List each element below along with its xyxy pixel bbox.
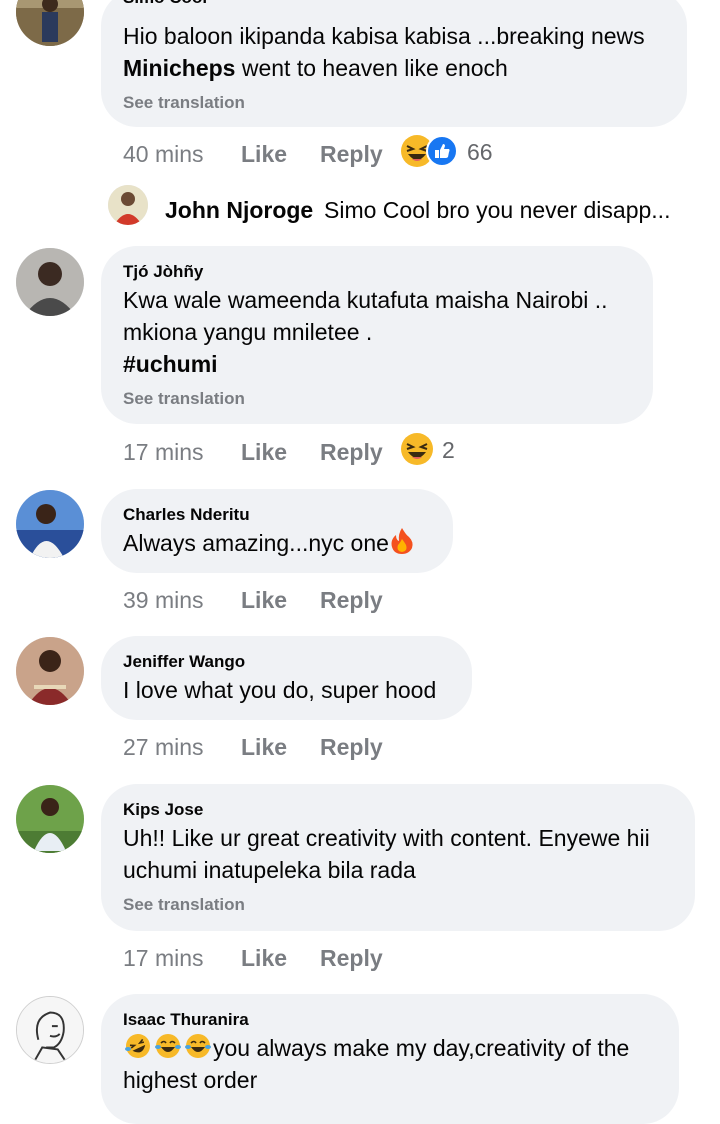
comment-bubble: Charles Nderitu Always amazing...nyc one: [101, 489, 453, 573]
reply-button[interactable]: Reply: [320, 945, 383, 972]
mention-link[interactable]: Minicheps: [123, 55, 235, 81]
comment-author[interactable]: Kips Jose: [123, 800, 203, 820]
comment-time: 17 mins: [123, 945, 204, 971]
reply-preview-text[interactable]: Simo Cool bro you never disapp...: [324, 197, 670, 224]
comment-time: 40 mins: [123, 141, 204, 167]
avatar[interactable]: [16, 996, 84, 1064]
joy-emoji-icon: [155, 1034, 181, 1058]
comment-text: Uh!! Like ur great creativity with conte…: [123, 825, 650, 851]
comment-time: 17 mins: [123, 439, 204, 465]
avatar[interactable]: [16, 490, 84, 558]
reaction-summary[interactable]: [400, 134, 464, 168]
comment-author[interactable]: Simo Cool: [123, 0, 207, 8]
comment-text: Always amazing...nyc one: [123, 527, 415, 559]
comment-text: Hio baloon ikipanda kabisa kabisa ...bre…: [123, 23, 645, 49]
comment-text: Kwa wale wameenda kutafuta maisha Nairob…: [123, 287, 608, 313]
avatar[interactable]: [16, 248, 84, 316]
reply-button[interactable]: Reply: [320, 587, 383, 614]
reply-author[interactable]: John Njoroge: [165, 197, 313, 224]
like-button[interactable]: Like: [241, 945, 287, 972]
fire-emoji-icon: [391, 528, 413, 554]
comment-text: Minicheps went to heaven like enoch: [123, 55, 508, 81]
see-translation-link[interactable]: See translation: [123, 389, 245, 409]
comment-author[interactable]: Isaac Thuranira: [123, 1010, 249, 1030]
hashtag-link[interactable]: #uchumi: [123, 348, 218, 380]
like-button[interactable]: Like: [241, 439, 287, 466]
like-button[interactable]: Like: [241, 587, 287, 614]
comment-time: 39 mins: [123, 587, 204, 613]
like-reaction-icon: [426, 135, 458, 167]
like-button[interactable]: Like: [241, 141, 287, 168]
avatar[interactable]: [108, 185, 148, 225]
reply-button[interactable]: Reply: [320, 734, 383, 761]
comment-author[interactable]: Tjó Jòhñy: [123, 262, 203, 282]
comment-text: I love what you do, super hood: [123, 677, 437, 703]
avatar[interactable]: [16, 637, 84, 705]
comment-author[interactable]: Jeniffer Wango: [123, 652, 245, 672]
comment-bubble: Tjó Jòhñy Kwa wale wameenda kutafuta mai…: [101, 246, 653, 424]
comment-text: uchumi inatupeleka bila rada: [123, 857, 416, 883]
reaction-count[interactable]: 66: [467, 139, 493, 166]
comment-bubble: Jeniffer Wango I love what you do, super…: [101, 636, 472, 720]
reaction-count[interactable]: 2: [442, 437, 455, 464]
like-button[interactable]: Like: [241, 734, 287, 761]
haha-reaction-icon[interactable]: [400, 432, 434, 466]
comment-bubble: Kips Jose Uh!! Like ur great creativity …: [101, 784, 695, 931]
joy-emoji-icon: [185, 1034, 211, 1058]
comment-bubble: Simo Cool Hio baloon ikipanda kabisa kab…: [101, 0, 687, 127]
comment-text: you always make my day,creativity of the: [123, 1032, 629, 1064]
comment-text: highest order: [123, 1067, 258, 1093]
comment-bubble: Isaac Thuranira you always make my day,c…: [101, 994, 679, 1124]
avatar[interactable]: [16, 0, 84, 46]
reply-button[interactable]: Reply: [320, 141, 383, 168]
comment-author[interactable]: Charles Nderitu: [123, 505, 250, 525]
reply-button[interactable]: Reply: [320, 439, 383, 466]
comment-time: 27 mins: [123, 734, 204, 760]
rofl-emoji-icon: [125, 1034, 150, 1058]
see-translation-link[interactable]: See translation: [123, 93, 245, 113]
see-translation-link[interactable]: See translation: [123, 895, 245, 915]
comment-text: mkiona yangu mniletee .: [123, 319, 373, 345]
avatar[interactable]: [16, 785, 84, 853]
